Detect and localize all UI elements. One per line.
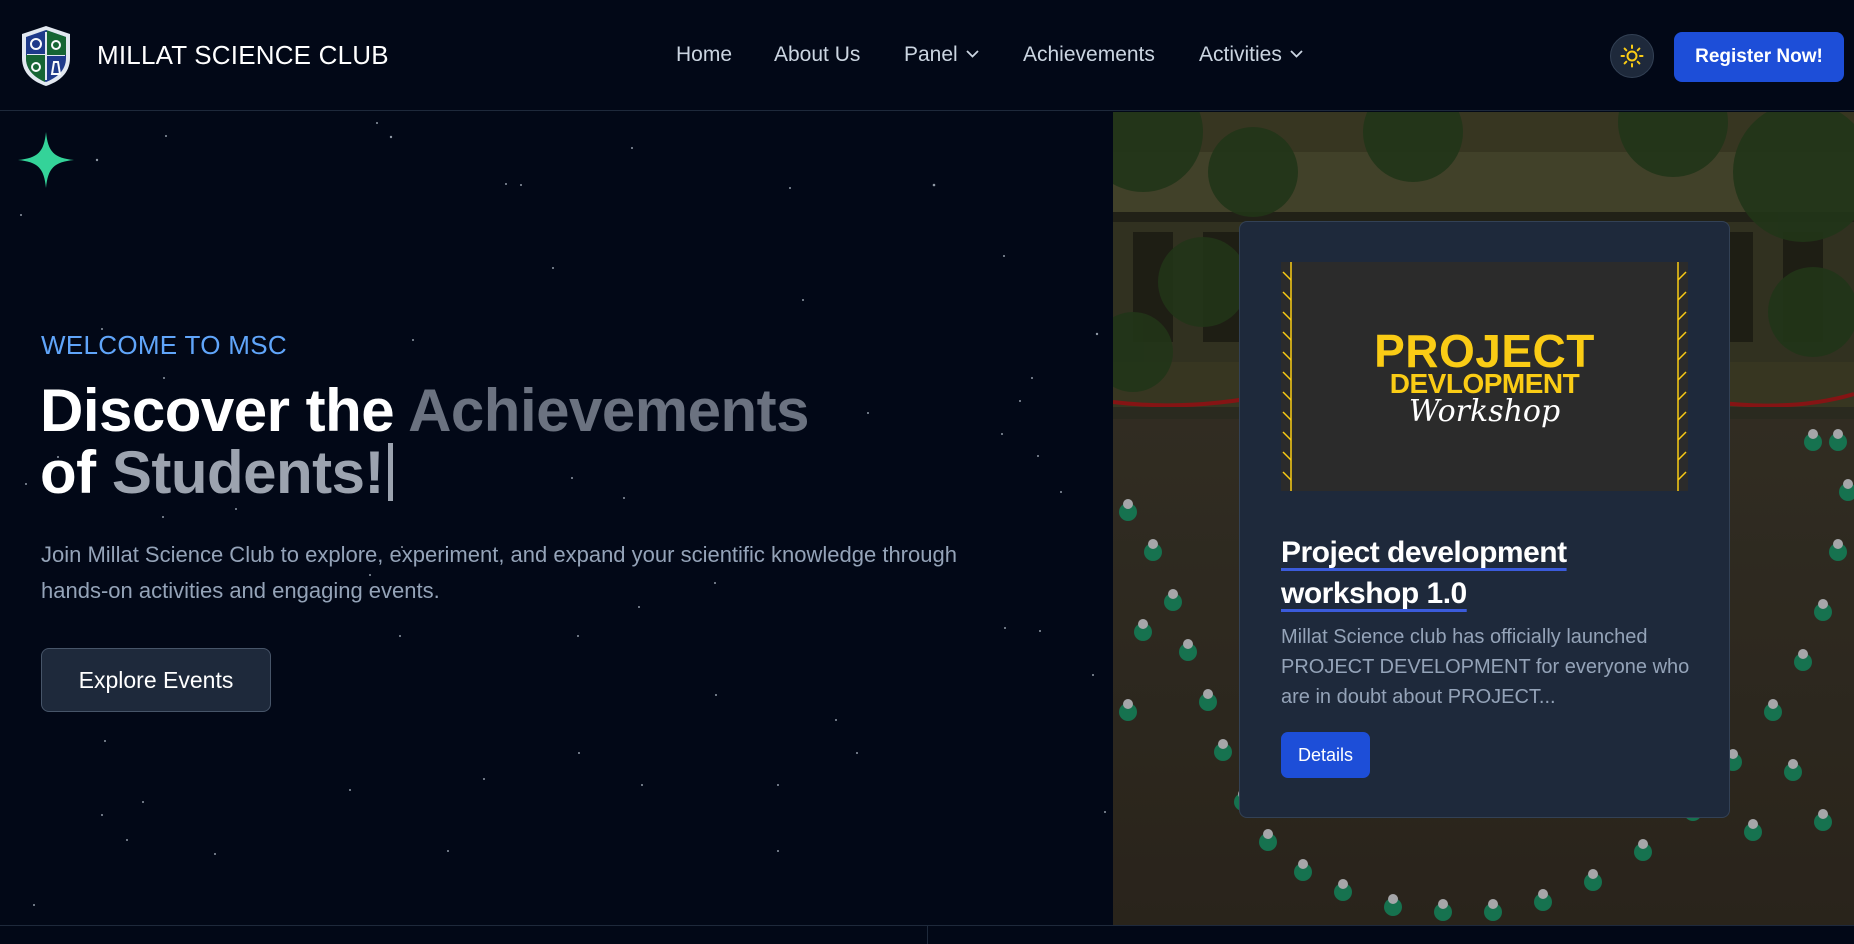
event-card: PROJECT DEVLOPMENT Workshop Project deve…	[1239, 221, 1730, 818]
hero-title-typed: Students!	[111, 439, 385, 506]
hero-title: Discover the Achievements of Students!	[40, 380, 809, 504]
hero-title-highlight: Achievements	[408, 377, 809, 444]
brand-name[interactable]: MILLAT SCIENCE CLUB	[97, 40, 389, 71]
nav-activities[interactable]: Activities	[1199, 43, 1303, 67]
hero-section: WELCOME TO MSC Discover the Achievements…	[0, 112, 1112, 925]
chevron-down-icon	[966, 50, 979, 58]
starfield-background	[20, 122, 1106, 906]
details-button[interactable]: Details	[1281, 732, 1370, 778]
hero-title-part3: of	[40, 439, 112, 506]
register-button[interactable]: Register Now!	[1674, 32, 1844, 82]
hero-subtitle: Join Millat Science Club to explore, exp…	[41, 542, 957, 603]
event-thumbnail[interactable]: PROJECT DEVLOPMENT Workshop	[1281, 262, 1688, 491]
event-title[interactable]: Project development workshop 1.0	[1281, 532, 1701, 614]
theme-toggle-button[interactable]	[1610, 34, 1654, 78]
thumbnail-text-workshop: Workshop	[1408, 394, 1561, 429]
explore-events-button[interactable]: Explore Events	[41, 648, 271, 712]
nav-activities-label: Activities	[1199, 43, 1282, 66]
sparkle-icon	[18, 132, 74, 188]
event-title-link[interactable]: Project development workshop 1.0	[1281, 536, 1567, 610]
club-logo-icon[interactable]	[20, 24, 72, 88]
section-divider-vertical	[927, 925, 928, 944]
nav-panel-label: Panel	[904, 43, 958, 66]
sun-icon	[1620, 44, 1644, 68]
nav-home[interactable]: Home	[676, 43, 732, 67]
chevron-down-icon	[1290, 50, 1303, 58]
typing-cursor	[387, 443, 393, 501]
nav-panel[interactable]: Panel	[904, 43, 979, 67]
hero-eyebrow: WELCOME TO MSC	[41, 330, 287, 360]
navbar: MILLAT SCIENCE CLUB Home About Us Panel …	[0, 0, 1854, 111]
nav-achievements[interactable]: Achievements	[1023, 43, 1155, 67]
event-description: Millat Science club has officially launc…	[1281, 626, 1690, 708]
featured-panel: PROJECT DEVLOPMENT Workshop Project deve…	[1113, 112, 1854, 925]
hero-title-part1: Discover the	[40, 377, 409, 444]
nav-about-us[interactable]: About Us	[774, 43, 860, 67]
